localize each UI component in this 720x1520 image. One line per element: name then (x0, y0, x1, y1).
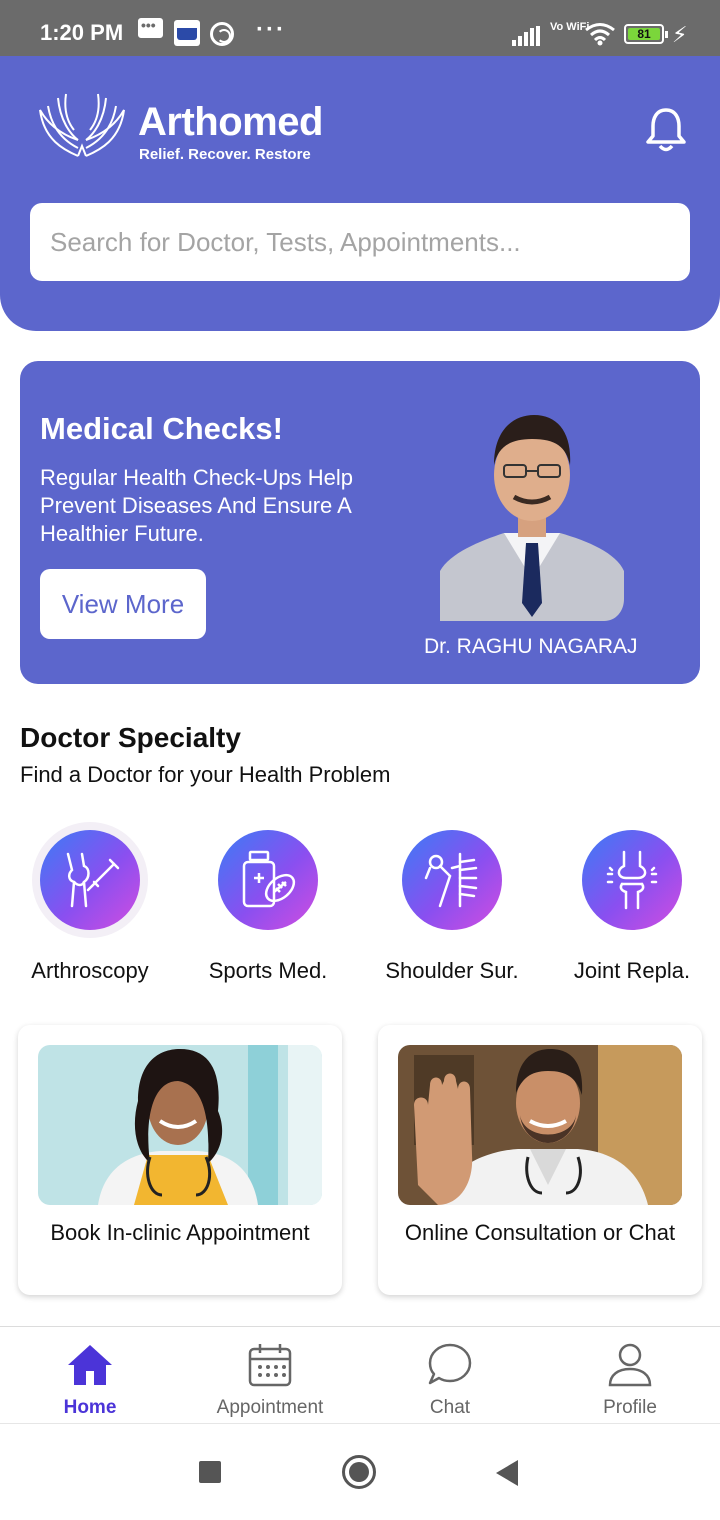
view-more-button[interactable]: View More (40, 569, 206, 639)
brand-name: Arthomed (138, 100, 323, 144)
specialty-title: Doctor Specialty (20, 722, 241, 753)
medicine-football-icon (242, 850, 296, 908)
bottom-navigation: Home Appointment Chat Profile (0, 1326, 720, 1424)
nav-profile[interactable]: Profile (540, 1327, 720, 1425)
banner-text: Regular Health Check-Ups Help Prevent Di… (40, 465, 354, 546)
charging-icon: ⚡ (672, 22, 688, 47)
back-icon[interactable] (496, 1460, 518, 1486)
calendar-icon (248, 1344, 292, 1387)
specialty-subtitle: Find a Doctor for your Health Problem (20, 762, 391, 787)
nav-home[interactable]: Home (0, 1327, 180, 1425)
specialty-item-joint-replacement[interactable]: Joint Repla. (542, 822, 720, 992)
nav-label: Profile (603, 1397, 657, 1418)
doctor-name: Dr. RAGHU NAGARAJ (424, 635, 638, 658)
knee-joint-icon (606, 850, 658, 910)
knee-injection-icon (66, 852, 120, 908)
nav-appointment[interactable]: Appointment (180, 1327, 360, 1425)
app-header: Arthomed Relief. Recover. Restore (0, 56, 720, 331)
banner-title: Medical Checks! (40, 411, 283, 446)
system-navigation-bar (0, 1424, 720, 1520)
specialty-item-sports-med[interactable]: Sports Med. (178, 822, 358, 992)
wifi-icon (585, 23, 615, 46)
message-icon (138, 17, 163, 38)
card-caption: Online Consultation or Chat (404, 1220, 676, 1245)
battery-icon: 81 (624, 24, 668, 44)
shoulder-bone-icon (424, 852, 478, 908)
book-in-clinic-card[interactable]: Book In-clinic Appointment (18, 1025, 342, 1295)
nav-label: Chat (429, 1397, 471, 1418)
chat-icon (428, 1343, 472, 1385)
amazon-icon (174, 20, 200, 46)
nav-label: Home (63, 1397, 117, 1418)
nav-chat[interactable]: Chat (360, 1327, 540, 1425)
brand-tagline: Relief. Recover. Restore (139, 146, 311, 163)
search-input[interactable] (30, 203, 690, 281)
specialty-item-shoulder-surgery[interactable]: Shoulder Sur. (362, 822, 542, 992)
doctor-photo (440, 415, 624, 621)
card-caption: Book In-clinic Appointment (50, 1220, 310, 1245)
specialty-label: Joint Repla. (573, 958, 691, 983)
home-icon (68, 1345, 112, 1385)
profile-icon (608, 1343, 652, 1387)
notification-bell-icon[interactable] (644, 106, 688, 154)
battery-level: 81 (628, 28, 660, 40)
specialty-label: Arthroscopy (31, 958, 149, 983)
status-time: 1:20 PM (40, 20, 124, 45)
more-dots-icon: ··· (256, 16, 286, 43)
specialty-label: Shoulder Sur. (385, 958, 519, 983)
signal-icon (512, 26, 542, 46)
specialty-label: Sports Med. (208, 958, 328, 983)
online-doctor-image (398, 1045, 682, 1205)
target-icon (210, 22, 234, 46)
system-home-icon[interactable] (342, 1455, 376, 1489)
online-consultation-card[interactable]: Online Consultation or Chat (378, 1025, 702, 1295)
specialty-item-arthroscopy[interactable]: Arthroscopy (0, 822, 180, 992)
nav-label: Appointment (216, 1397, 324, 1418)
recent-apps-icon[interactable] (199, 1461, 221, 1483)
wings-logo-icon (39, 93, 125, 157)
status-bar: 1:20 PM ··· Vo WiFi 81 ⚡ (0, 0, 720, 56)
medical-checks-banner: Medical Checks! Regular Health Check-Ups… (20, 361, 700, 684)
in-clinic-doctor-image (38, 1045, 322, 1205)
